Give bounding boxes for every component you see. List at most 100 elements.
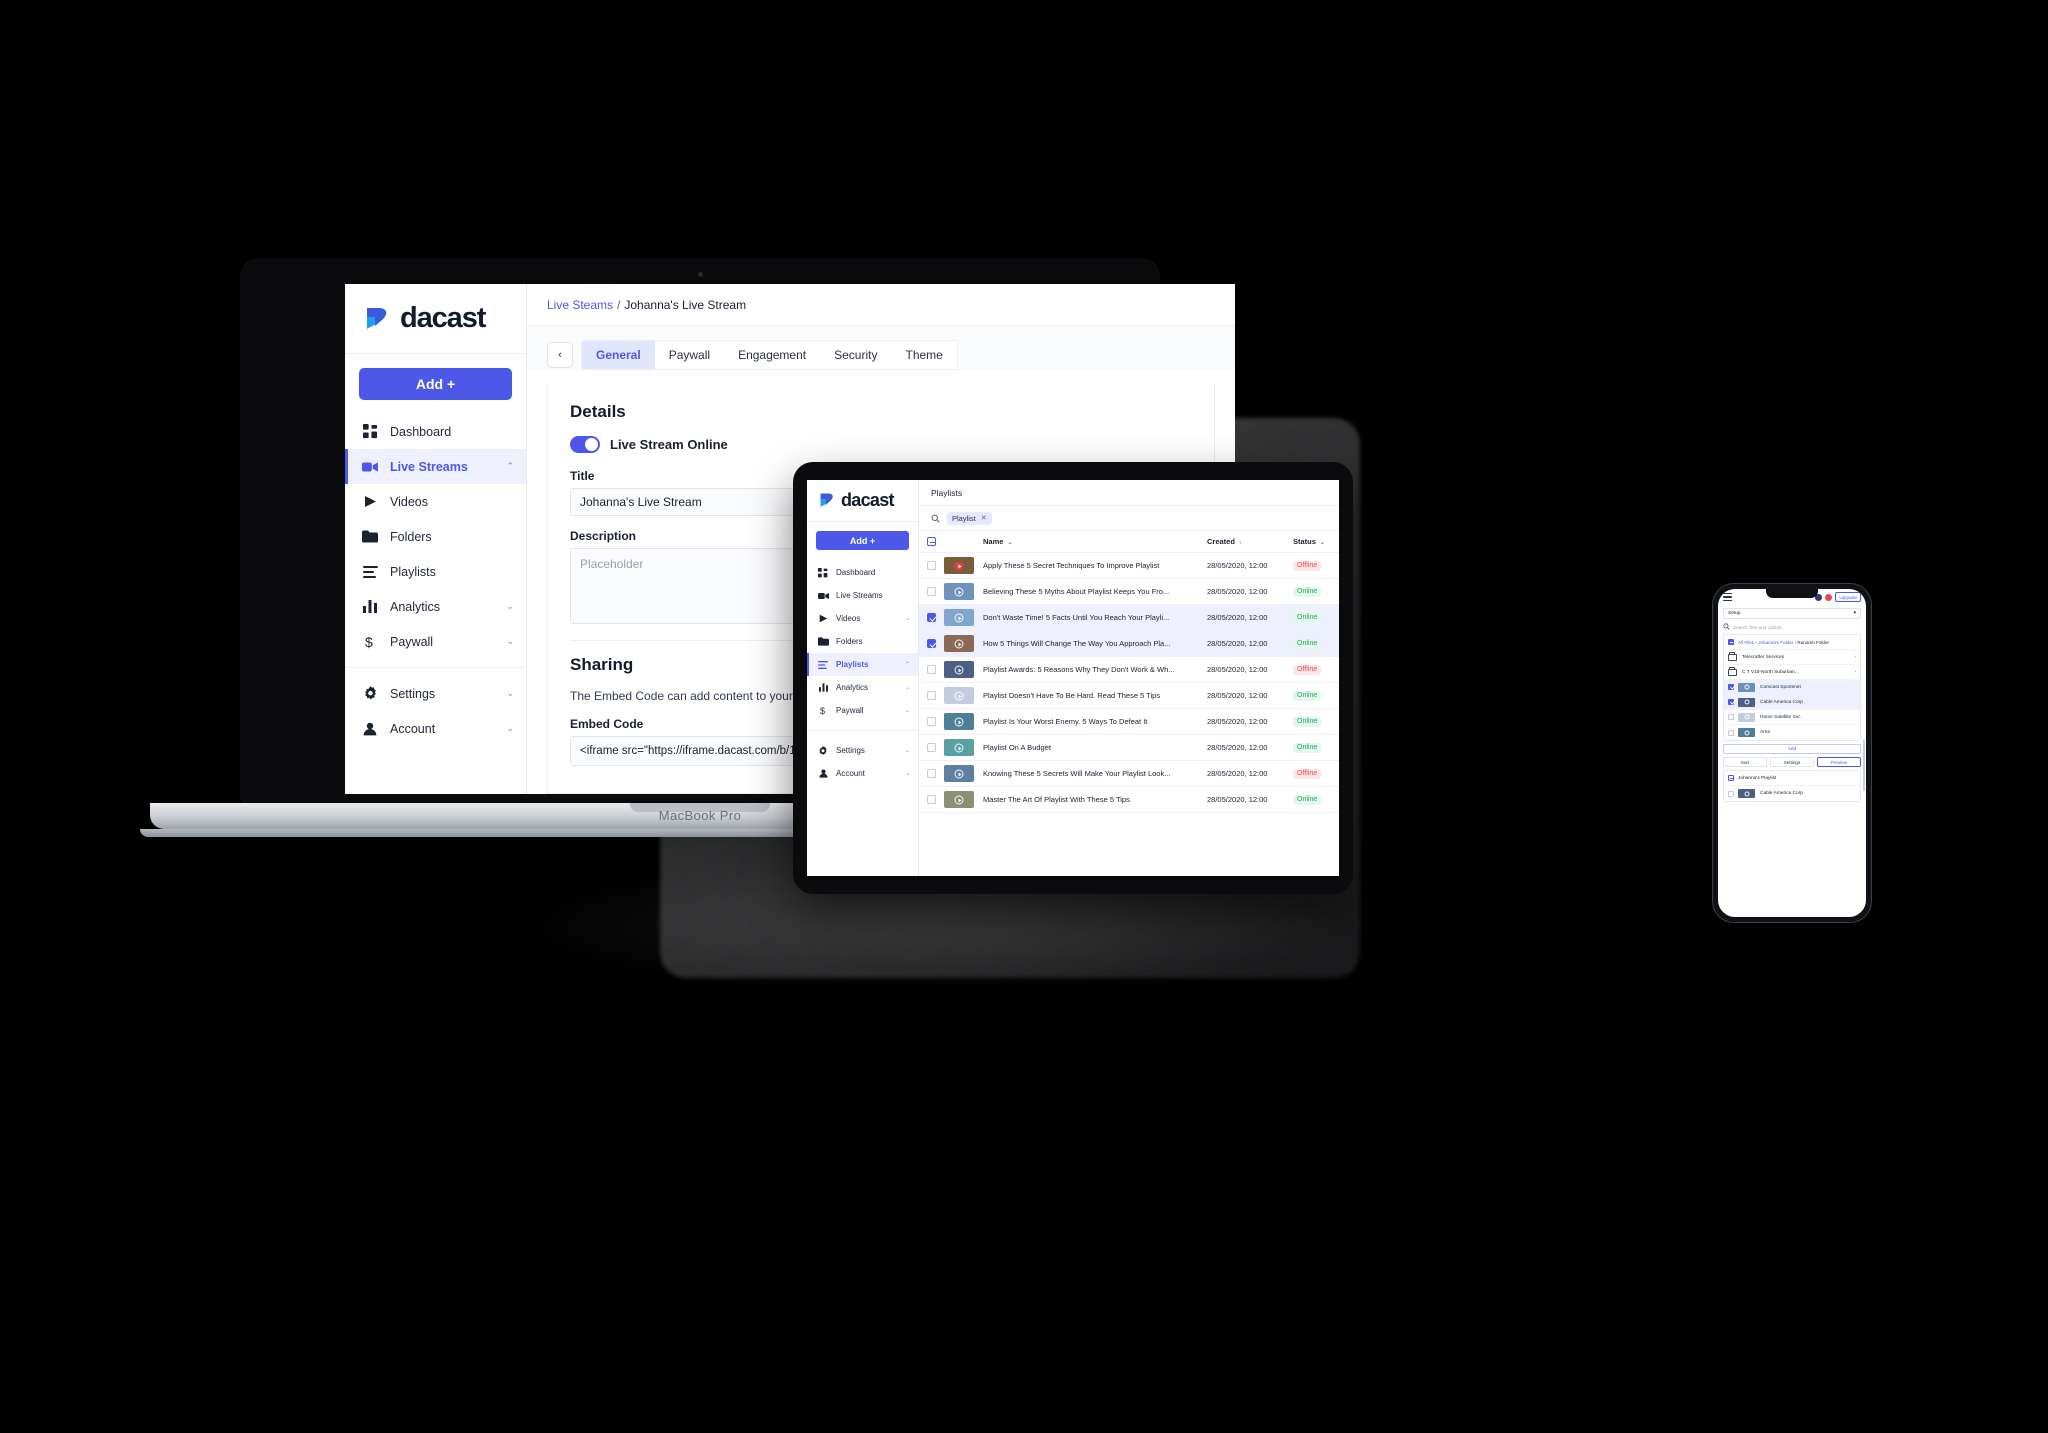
breadcrumb-text: All Files › Johanna's Folder › Random Fo… <box>1738 640 1829 645</box>
tab-security[interactable]: Security <box>820 341 891 369</box>
row-checkbox[interactable] <box>927 717 936 726</box>
sidebar-item-account[interactable]: Account ⌄ <box>807 762 918 785</box>
sidebar-item-folders[interactable]: Folders <box>345 519 526 554</box>
sidebar-item-analytics[interactable]: Analytics ⌄ <box>807 676 918 699</box>
search-bar: Playlist ✕ <box>919 506 1339 530</box>
sidebar-item-dashboard[interactable]: Dashboard <box>807 561 918 584</box>
sidebar-label: Live Streams <box>390 459 468 474</box>
sidebar-item-live-streams[interactable]: Live Streams ⌃ <box>345 449 526 484</box>
row-checkbox[interactable] <box>927 665 936 674</box>
row-checkbox[interactable] <box>1728 714 1734 720</box>
dacast-logo-icon <box>818 491 837 510</box>
tab-general[interactable]: General <box>582 341 655 369</box>
upgrade-button[interactable]: Upgrade <box>1835 592 1861 602</box>
row-checkbox[interactable] <box>927 743 936 752</box>
breadcrumb-parent-link[interactable]: Live Steams <box>547 298 613 312</box>
list-item[interactable]: Cable America Corp <box>1724 786 1860 801</box>
sidebar-item-account[interactable]: Account ⌄ <box>345 711 526 746</box>
filter-chip-playlist[interactable]: Playlist ✕ <box>947 511 992 525</box>
tab-paywall[interactable]: Paywall <box>655 341 724 369</box>
sort-button[interactable]: Sort <box>1723 757 1767 767</box>
table-row[interactable]: Playlist Awards: 5 Reasons Why They Don'… <box>919 657 1339 683</box>
add-button[interactable]: Add + <box>816 531 909 550</box>
column-name[interactable]: Name ⌄ <box>983 537 1207 546</box>
list-item[interactable]: Home Satellite Svc <box>1724 710 1860 725</box>
sidebar-item-playlists[interactable]: Playlists ⌃ <box>807 653 918 676</box>
preview-button[interactable]: Preview <box>1817 757 1861 767</box>
table-row[interactable]: Playlist Is Your Worst Enemy. 5 Ways To … <box>919 709 1339 735</box>
tablet-logo[interactable]: dacast <box>807 480 918 522</box>
sidebar-item-dashboard[interactable]: Dashboard <box>345 414 526 449</box>
breadcrumb-all-files[interactable]: All Files <box>1738 640 1754 645</box>
add-button[interactable]: Add + <box>359 368 512 400</box>
row-checkbox[interactable] <box>927 561 936 570</box>
row-checkbox[interactable] <box>927 587 936 596</box>
tab-theme[interactable]: Theme <box>891 341 956 369</box>
sidebar-item-settings[interactable]: Settings ⌄ <box>807 739 918 762</box>
breadcrumb: All Files › Johanna's Folder › Random Fo… <box>1724 635 1860 650</box>
select-all-checkbox[interactable] <box>927 537 936 546</box>
list-item[interactable]: Arris <box>1724 725 1860 740</box>
table-row[interactable]: Playlist On A Budget 28/05/2020, 12:00 O… <box>919 735 1339 761</box>
setup-select-value: Setup <box>1728 611 1741 616</box>
select-all-checkbox[interactable] <box>1728 639 1734 645</box>
list-item[interactable]: Telecrafter Services › <box>1724 650 1860 665</box>
list-item[interactable]: Comcast Sportsnet <box>1724 680 1860 695</box>
close-icon[interactable]: ✕ <box>981 514 987 522</box>
table-row[interactable]: Playlist Doesn't Have To Be Hard. Read T… <box>919 683 1339 709</box>
table-row[interactable]: How 5 Things Will Change The Way You App… <box>919 631 1339 657</box>
table-row[interactable]: Apply These 5 Secret Techniques To Impro… <box>919 553 1339 579</box>
scrollbar[interactable] <box>1862 739 1865 791</box>
chevron-right-icon[interactable]: › <box>1854 654 1856 660</box>
tab-engagement[interactable]: Engagement <box>724 341 820 369</box>
playlist-section-header[interactable]: Johanna's Playlist <box>1724 771 1860 786</box>
row-checkbox[interactable] <box>927 613 936 622</box>
row-checkbox[interactable] <box>927 795 936 804</box>
sidebar-item-playlists[interactable]: Playlists <box>345 554 526 589</box>
list-item[interactable]: C T V15-North Suburban... › <box>1724 665 1860 680</box>
sidebar-item-folders[interactable]: Folders <box>807 630 918 653</box>
table-row[interactable]: Knowing These 5 Secrets Will Make Your P… <box>919 761 1339 787</box>
laptop-logo[interactable]: dacast <box>345 284 526 354</box>
sidebar-item-analytics[interactable]: Analytics ⌄ <box>345 589 526 624</box>
list-item[interactable]: Cable America Corp <box>1724 695 1860 710</box>
phone-screen: Upgrade Setup ▾ Search Title and Labels.… <box>1718 589 1866 917</box>
table-row[interactable]: Believing These 5 Myths About Playlist K… <box>919 579 1339 605</box>
status-badge: Online <box>1293 612 1339 623</box>
bar-chart-icon <box>361 598 379 616</box>
select-all-checkbox[interactable] <box>1728 775 1734 781</box>
chevron-down-icon: ⌄ <box>1007 540 1013 546</box>
sidebar-item-videos[interactable]: Videos <box>345 484 526 519</box>
search-field[interactable]: Search Title and Labels... <box>1723 622 1861 632</box>
column-status[interactable]: Status ⌄ <box>1293 537 1339 546</box>
hamburger-icon[interactable] <box>1723 593 1732 601</box>
sidebar-item-paywall[interactable]: $ Paywall ⌄ <box>807 699 918 722</box>
sidebar-item-settings[interactable]: Settings ⌄ <box>345 676 526 711</box>
row-checkbox[interactable] <box>1728 684 1734 690</box>
row-checkbox[interactable] <box>927 639 936 648</box>
sidebar-item-videos[interactable]: Videos ⌄ <box>807 607 918 630</box>
gear-icon <box>361 685 379 703</box>
notification-badge[interactable] <box>1825 593 1833 601</box>
search-icon[interactable] <box>931 514 940 523</box>
breadcrumb-folder[interactable]: Johanna's Folder <box>1758 640 1793 645</box>
row-checkbox[interactable] <box>1728 790 1734 797</box>
settings-button[interactable]: Settings <box>1770 757 1814 767</box>
row-checkbox[interactable] <box>1728 699 1734 705</box>
sidebar-item-live-streams[interactable]: Live Streams <box>807 584 918 607</box>
back-button[interactable]: ‹ <box>547 342 573 368</box>
add-button[interactable]: Add <box>1723 744 1861 754</box>
column-created[interactable]: Created ↓ <box>1207 537 1293 546</box>
live-stream-online-toggle[interactable] <box>570 436 600 453</box>
setup-select[interactable]: Setup ▾ <box>1723 608 1861 619</box>
row-checkbox[interactable] <box>1728 729 1734 736</box>
row-created: 28/05/2020, 12:00 <box>1207 743 1268 752</box>
sidebar-item-paywall[interactable]: $ Paywall ⌄ <box>345 624 526 659</box>
chevron-right-icon[interactable]: › <box>1854 669 1856 675</box>
row-checkbox[interactable] <box>927 769 936 778</box>
table-row[interactable]: Don't Waste Time! 5 Facts Until You Reac… <box>919 605 1339 631</box>
row-name: Knowing These 5 Secrets Will Make Your P… <box>983 769 1171 778</box>
table-row[interactable]: Master The Art Of Playlist With These 5 … <box>919 787 1339 813</box>
row-checkbox[interactable] <box>927 691 936 700</box>
chevron-down-icon: ▾ <box>1853 611 1856 616</box>
